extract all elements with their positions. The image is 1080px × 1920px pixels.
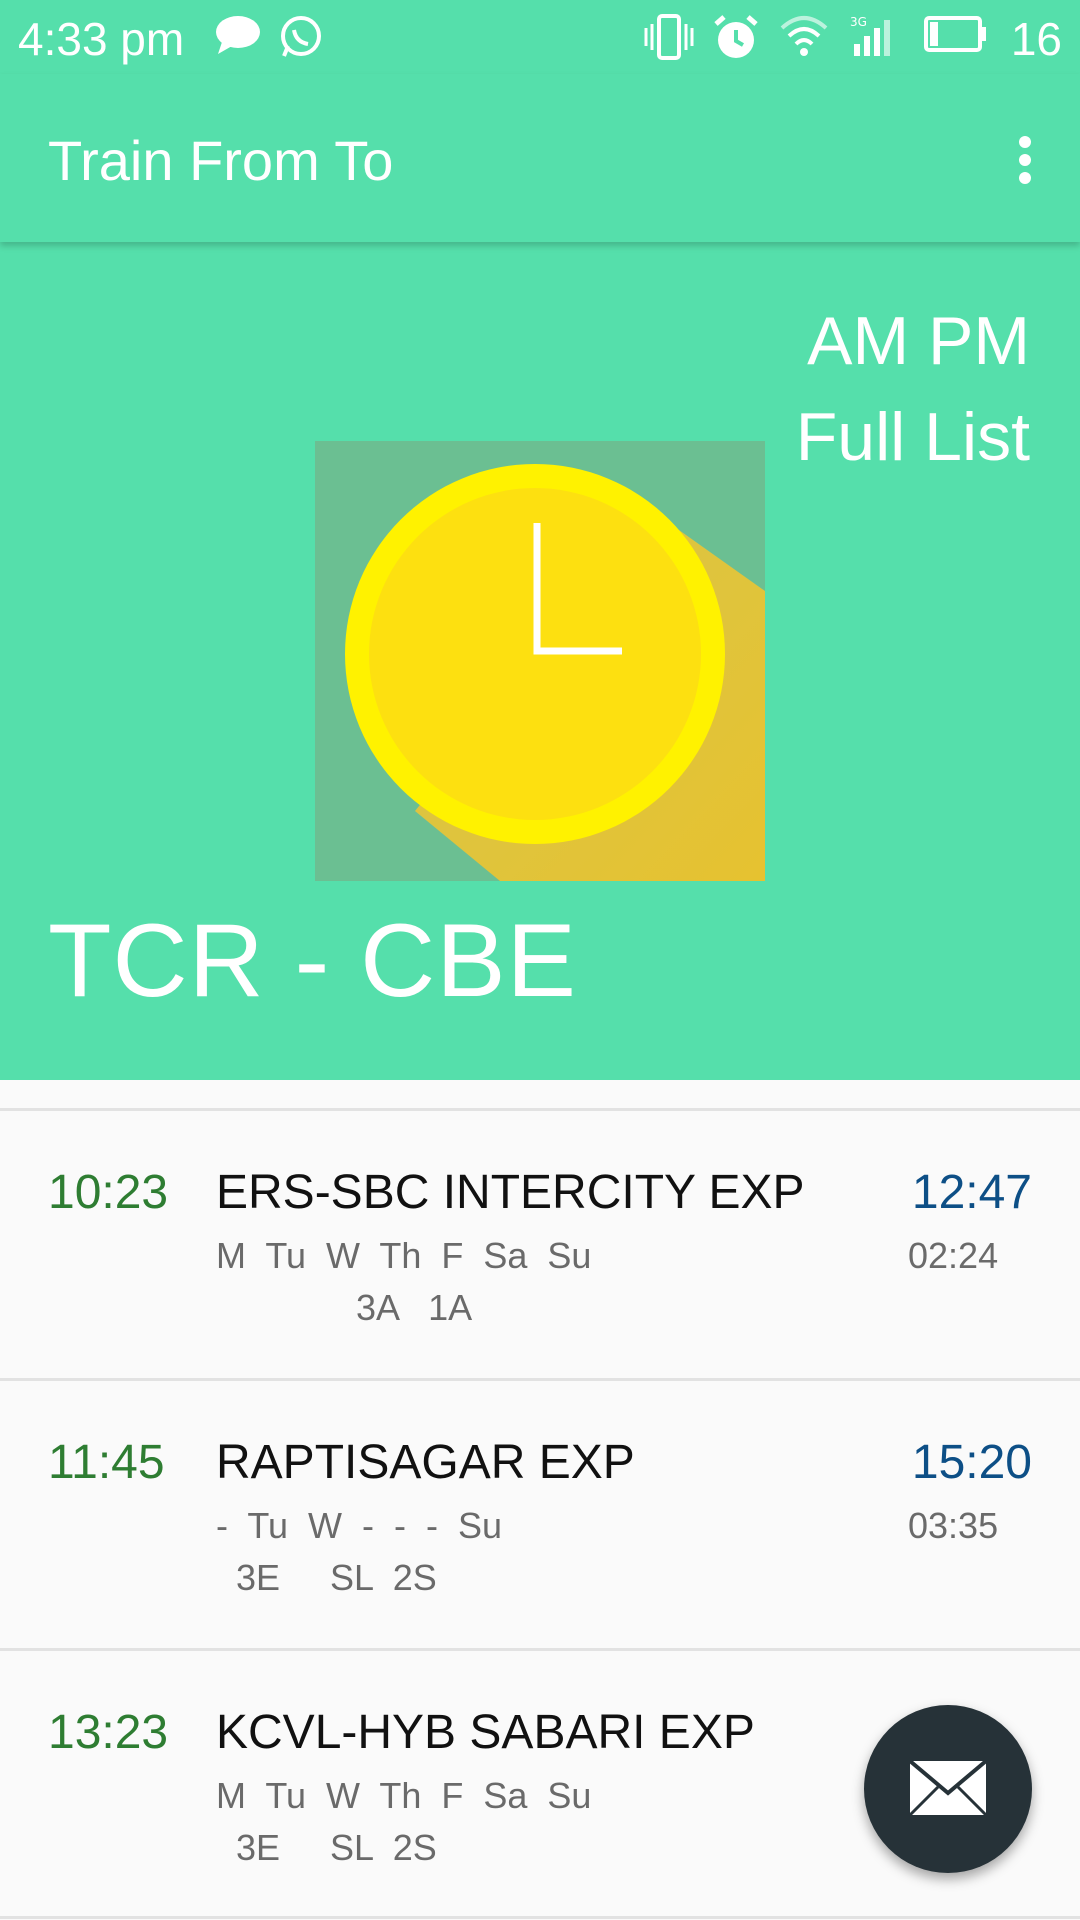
signal-3g-icon: 3G — [850, 15, 890, 56]
running-days: M Tu W Th F Sa Su — [216, 1235, 592, 1276]
train-name: ERS-SBC INTERCITY EXP — [216, 1166, 805, 1219]
alarm-icon — [714, 15, 758, 58]
train-name: RAPTISAGAR EXP — [216, 1436, 635, 1489]
running-days: - Tu W - - - Su — [216, 1505, 503, 1546]
departure-time: 13:23 — [48, 1706, 169, 1759]
mail-icon — [908, 1759, 988, 1817]
travel-duration: 03:35 — [908, 1505, 999, 1546]
svg-text:3G: 3G — [850, 15, 867, 29]
arrival-time: 15:20 — [911, 1436, 1032, 1489]
arrival-time: 12:47 — [911, 1166, 1032, 1219]
compose-mail-button[interactable] — [864, 1705, 1032, 1873]
battery-level: 16 — [1010, 13, 1062, 65]
status-bar: 4:33 pm 3G 16 — [0, 0, 1080, 74]
travel-classes: 3E SL 2S — [216, 1827, 437, 1868]
wifi-icon — [780, 16, 828, 56]
am-pm-toggle[interactable]: AM PM — [807, 302, 1030, 380]
travel-duration: 02:24 — [908, 1235, 999, 1276]
chat-icon — [216, 16, 260, 54]
divider — [0, 1916, 1080, 1919]
battery-icon — [924, 16, 986, 52]
whatsapp-icon — [281, 16, 321, 57]
vibrate-icon — [644, 14, 694, 60]
status-time: 4:33 pm — [18, 13, 185, 65]
train-row[interactable]: 10:23 ERS-SBC INTERCITY EXP M Tu W Th F … — [0, 1111, 1080, 1379]
travel-classes: 3A 1A — [216, 1287, 473, 1328]
travel-classes: 3E SL 2S — [216, 1557, 437, 1598]
train-name: KCVL-HYB SABARI EXP — [216, 1706, 755, 1759]
clock-icon — [315, 441, 765, 881]
overflow-menu-icon[interactable] — [1010, 134, 1040, 186]
departure-time: 11:45 — [48, 1436, 165, 1489]
full-list-button[interactable]: Full List — [796, 398, 1030, 476]
departure-time: 10:23 — [48, 1166, 169, 1219]
route-title: TCR - CBE — [48, 903, 577, 1019]
train-row[interactable]: 11:45 RAPTISAGAR EXP - Tu W - - - Su 3E … — [0, 1381, 1080, 1649]
app-bar: Train From To — [0, 74, 1080, 242]
running-days: M Tu W Th F Sa Su — [216, 1775, 592, 1816]
hero-header: AM PM Full List TCR - CBE — [0, 242, 1080, 1080]
app-title: Train From To — [48, 129, 394, 192]
